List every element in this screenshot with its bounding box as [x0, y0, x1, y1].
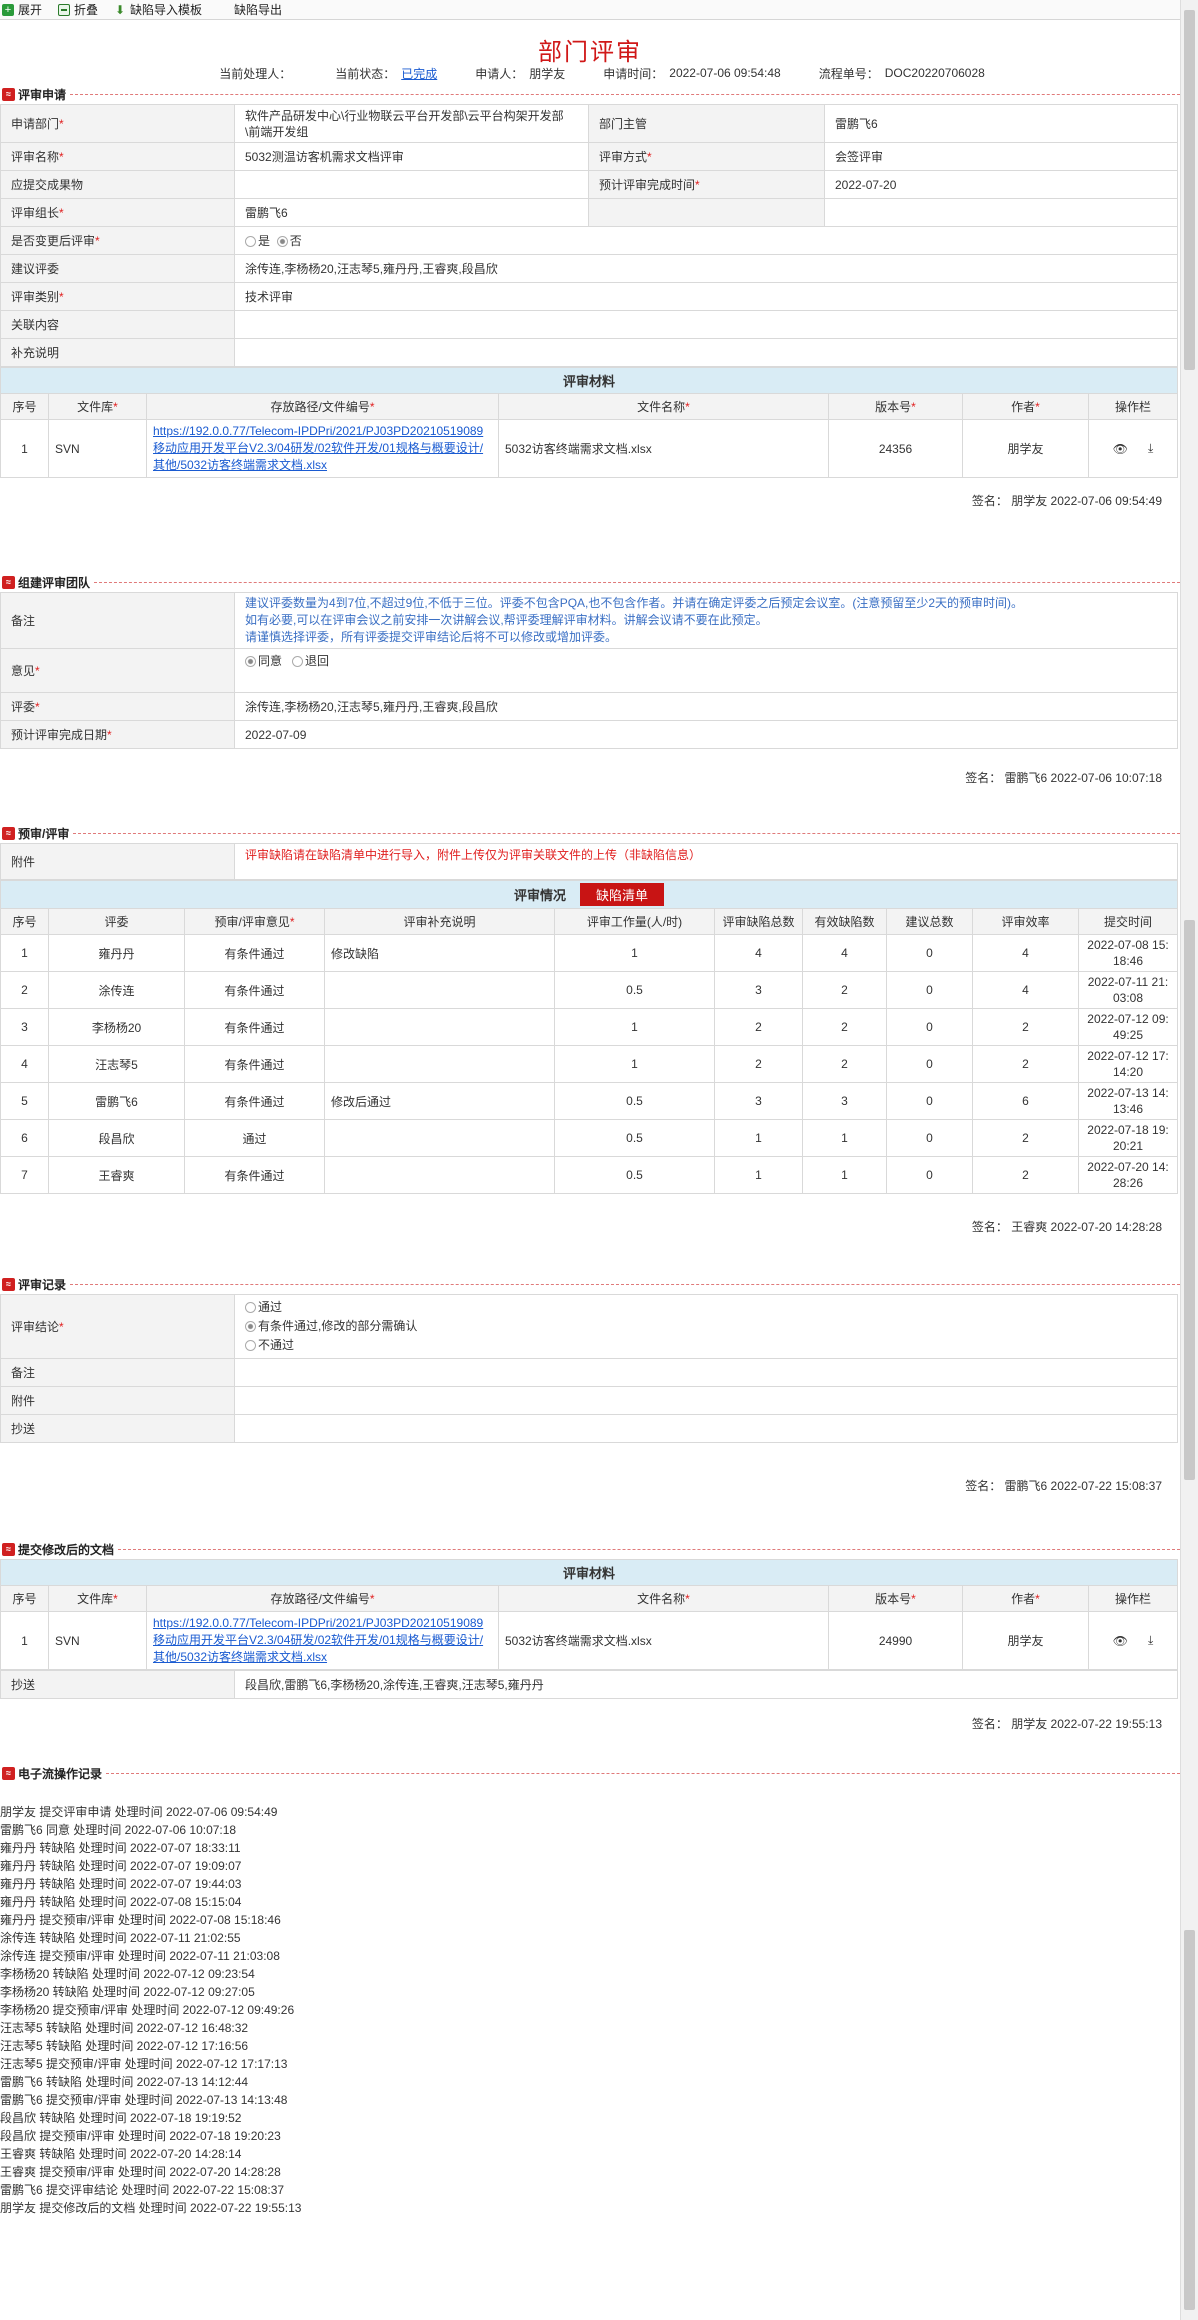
section-record-header[interactable]: ≈ 评审记录 [0, 1274, 1180, 1294]
apply-materials-table: 评审材料 序号 文件库* 存放路径/文件编号* 文件名称* 版本号* 作者* 操… [0, 367, 1178, 478]
sign-revised: 签名： 朋学友 2022-07-22 19:55:13 [971, 1717, 1162, 1731]
list-item: 李杨杨20 转缺陷 处理时间 2022-07-12 09:27:05 [0, 1985, 255, 1999]
import-template-button[interactable]: ⬇ 缺陷导入模板 [114, 1, 202, 18]
fold-button[interactable]: 折叠 [58, 1, 98, 18]
revised-cc-form: 抄送 段昌欣,雷鹏飞6,李杨杨20,涂传连,王睿爽,汪志琴5,雍丹丹 [0, 1670, 1178, 1699]
pass-radio[interactable] [245, 1302, 256, 1313]
list-item: 汪志琴5 转缺陷 处理时间 2022-07-12 17:16:56 [0, 2039, 249, 2053]
table-row: 7 王睿爽 有条件通过 0.5 1 1 0 2 2022-07-20 14:28:26 [0, 1156, 1178, 1194]
collapse-icon[interactable]: ≈ [2, 1766, 15, 1780]
apply-form: 申请部门* 软件产品研发中心\行业物联云平台开发部\云平台构架开发部\前端开发组部… [0, 104, 1178, 367]
list-item: 汪志琴5 提交预审/评审 处理时间 2022-07-12 17:17:13 [0, 2057, 288, 2071]
table-row: 2 涂传连 有条件通过 0.5 3 2 0 4 2022-07-11 21:03:08 [0, 971, 1178, 1009]
list-item: 涂传连 转缺陷 处理时间 2022-07-11 21:02:55 [0, 1931, 241, 1945]
reject-radio[interactable] [292, 656, 304, 667]
sign-team: 签名： 雷鹏飞6 2022-07-06 10:07:18 [965, 771, 1162, 785]
sign-record: 签名： 雷鹏飞6 2022-07-22 15:08:37 [965, 1479, 1162, 1493]
fail-radio[interactable] [245, 1340, 256, 1351]
table-row: 4 汪志琴5 有条件通过 1 2 2 0 2 2022-07-12 17:14:20 [0, 1045, 1178, 1083]
page-title: 部门评审 [538, 39, 642, 66]
section-revised-header[interactable]: ≈ 提交修改后的文档 [0, 1539, 1180, 1559]
revised-path-link[interactable]: https://192.0.0.77/Telecom-IPDPri/2021/P… [153, 1616, 483, 1664]
toolbar: + 展开 折叠 ⬇ 缺陷导入模板 缺陷导出 [0, 0, 1198, 20]
list-item: 雍丹丹 转缺陷 处理时间 2022-07-07 19:09:07 [0, 1859, 242, 1873]
minus-icon [58, 3, 71, 16]
revised-materials-table: 评审材料 序号 文件库* 存放路径/文件编号* 文件名称* 版本号* 作者* 操… [0, 1559, 1178, 1670]
list-item: 李杨杨20 转缺陷 处理时间 2022-07-12 09:23:54 [0, 1967, 255, 1981]
defect-list-button[interactable]: 缺陷清单 [580, 883, 665, 906]
collapse-icon[interactable]: ≈ [2, 575, 15, 589]
table-row: 1 SVN https://192.0.0.77/Telecom-IPDPri/… [0, 1611, 1178, 1670]
record-form: 评审结论* 通过 有条件通过,修改的部分需确认 不通过 备注 附件 抄送 [0, 1294, 1178, 1443]
agree-radio[interactable] [245, 656, 256, 667]
change-yes-radio[interactable] [245, 236, 256, 247]
list-item: 雷鹏飞6 同意 处理时间 2022-07-06 10:07:18 [0, 1823, 237, 1837]
team-form: 备注 建议评委数量为4到7位,不超过9位,不低于三位。评委不包含PQA,也不包含作… [0, 592, 1178, 749]
plus-icon: + [2, 3, 14, 16]
table-row: 1 SVN https://192.0.0.77/Telecom-IPDPri/… [0, 419, 1178, 478]
view-icon[interactable]: 👁 [1113, 442, 1128, 456]
page-scrollbar[interactable] [1180, 0, 1198, 2320]
sign-apply: 签名： 朋学友 2022-07-06 09:54:49 [971, 494, 1162, 508]
list-item: 王睿爽 转缺陷 处理时间 2022-07-20 14:28:14 [0, 2147, 242, 2161]
material-path-link[interactable]: https://192.0.0.77/Telecom-IPDPri/2021/P… [153, 424, 483, 472]
list-item: 段昌欣 转缺陷 处理时间 2022-07-18 19:19:52 [0, 2111, 242, 2125]
status-link[interactable]: 已完成 [401, 65, 437, 82]
list-item: 朋学友 提交评审申请 处理时间 2022-07-06 09:54:49 [0, 1805, 278, 1819]
table-row: 5 雷鹏飞6 有条件通过 修改后通过 0.5 3 3 0 6 2022-07-13 14:13:4… [0, 1082, 1178, 1120]
list-item: 汪志琴5 转缺陷 处理时间 2022-07-12 16:48:32 [0, 2021, 249, 2035]
list-item: 李杨杨20 提交预审/评审 处理时间 2022-07-12 09:49:26 [0, 2003, 295, 2017]
export-defects-button[interactable]: 缺陷导出 [218, 1, 282, 18]
list-item: 雷鹏飞6 转缺陷 处理时间 2022-07-13 14:12:44 [0, 2075, 249, 2089]
list-item: 雍丹丹 转缺陷 处理时间 2022-07-07 18:33:11 [0, 1841, 241, 1855]
page-content: 部门评审 当前处理人： 当前状态： 已完成 申请人： 朋学友 申请时间： 2022-0… [0, 20, 1180, 2217]
list-item: 雍丹丹 转缺陷 处理时间 2022-07-08 15:15:04 [0, 1895, 242, 1909]
expand-button[interactable]: + 展开 [2, 1, 42, 18]
conditional-pass-radio[interactable] [245, 1321, 256, 1332]
team-remark: 建议评委数量为4到7位,不超过9位,不低于三位。评委不包含PQA,也不包含作者。… [234, 592, 1178, 649]
meta-bar: 当前处理人： 当前状态： 已完成 申请人： 朋学友 申请时间： 2022-07-06 … [219, 65, 985, 82]
table-row: 3 李杨杨20 有条件通过 1 2 2 0 2 2022-07-12 09:49:25 [0, 1008, 1178, 1046]
download-arrow-icon: ⬇ [115, 2, 126, 17]
change-no-radio[interactable] [276, 236, 288, 247]
collapse-icon[interactable]: ≈ [2, 1277, 15, 1291]
list-item: 雷鹏飞6 提交预审/评审 处理时间 2022-07-13 14:13:48 [0, 2093, 288, 2107]
list-item: 涂传连 提交预审/评审 处理时间 2022-07-11 21:03:08 [0, 1949, 280, 1963]
list-item: 朋学友 提交修改后的文档 处理时间 2022-07-22 19:55:13 [0, 2201, 302, 2215]
list-item: 段昌欣 提交预审/评审 处理时间 2022-07-18 19:20:23 [0, 2129, 281, 2143]
view-icon[interactable]: 👁 [1113, 1634, 1128, 1648]
table-row: 1 雍丹丹 有条件通过 修改缺陷 1 4 4 0 4 2022-07-08 15:18:46 [0, 934, 1178, 972]
collapse-icon[interactable]: ≈ [2, 826, 15, 840]
review-situation-table: 评审情况 缺陷清单 序号 评委 预审/评审意见* 评审补充说明 评审工作量(人/时… [0, 880, 1178, 1194]
operation-log: 朋学友 提交评审申请 处理时间 2022-07-06 09:54:49 雷鹏飞6… [0, 1803, 1180, 2217]
dept-field: 软件产品研发中心\行业物联云平台开发部\云平台构架开发部\前端开发组 [234, 104, 589, 143]
section-log-header[interactable]: ≈ 电子流操作记录 [0, 1763, 1180, 1783]
download-icon[interactable]: ⤓ [1148, 1633, 1153, 1648]
list-item: 雍丹丹 转缺陷 处理时间 2022-07-07 19:44:03 [0, 1877, 242, 1891]
section-team-header[interactable]: ≈ 组建评审团队 [0, 572, 1180, 592]
list-item: 王睿爽 提交预审/评审 处理时间 2022-07-20 14:28:28 [0, 2165, 281, 2179]
collapse-icon[interactable]: ≈ [2, 1542, 15, 1556]
scrollbar-thumb[interactable] [1184, 920, 1195, 1480]
section-pre-header[interactable]: ≈ 预审/评审 [0, 823, 1180, 843]
sign-pre: 签名： 王睿爽 2022-07-20 14:28:28 [971, 1220, 1162, 1234]
download-icon[interactable]: ⤓ [1148, 441, 1153, 456]
collapse-icon[interactable]: ≈ [2, 87, 15, 101]
scrollbar-thumb[interactable] [1184, 10, 1195, 370]
section-apply-header[interactable]: ≈ 评审申请 [0, 84, 1180, 104]
pre-attach-form: 附件 评审缺陷请在缺陷清单中进行导入，附件上传仅为评审关联文件的上传（非缺陷信息） [0, 843, 1178, 880]
list-item: 雷鹏飞6 提交评审结论 处理时间 2022-07-22 15:08:37 [0, 2183, 285, 2197]
table-row: 6 段昌欣 通过 0.5 1 1 0 2 2022-07-18 19:20:21 [0, 1119, 1178, 1157]
scrollbar-thumb[interactable] [1184, 1930, 1195, 2310]
list-item: 雍丹丹 提交预审/评审 处理时间 2022-07-08 15:18:46 [0, 1913, 281, 1927]
